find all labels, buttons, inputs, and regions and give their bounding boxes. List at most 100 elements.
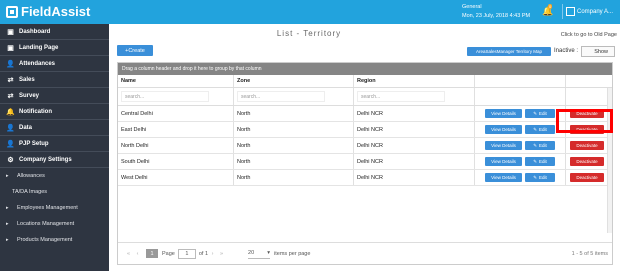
top-bar: FieldAssist General Mon, 23 July, 2018 4… <box>0 0 620 24</box>
caret-right-icon: ▸ <box>6 205 9 211</box>
prev-page-icon[interactable]: ‹ <box>133 251 142 257</box>
sidebar-item-company-settings[interactable]: ⚙ Company Settings <box>0 152 109 168</box>
user-icon: 👤 <box>6 60 15 68</box>
cell-actions: View Details ✎ Edit <box>475 106 566 121</box>
sidebar-item-label: Attendances <box>19 60 56 67</box>
company-name: Company A... <box>577 8 614 15</box>
view-details-button[interactable]: View Details <box>485 173 522 182</box>
edit-button[interactable]: ✎ Edit <box>525 157 555 166</box>
caret-right-icon: ▸ <box>6 221 9 227</box>
edit-label: Edit <box>539 111 547 116</box>
sidebar-subitem-products-management[interactable]: ▸ Products Management <box>0 232 109 248</box>
cell-region: Delhi NCR <box>354 106 475 121</box>
cell-name: Central Delhi <box>118 106 234 121</box>
cell-deactivate: Deactivate <box>566 170 612 185</box>
sidebar-item-pjp-setup[interactable]: 👤 PJP Setup <box>0 136 109 152</box>
pencil-icon: ✎ <box>533 110 537 116</box>
view-details-button[interactable]: View Details <box>485 109 522 118</box>
deactivate-button[interactable]: Deactivate <box>570 141 604 150</box>
old-page-link[interactable]: Click to go to Old Page <box>561 32 617 38</box>
deactivate-highlight-box <box>556 109 613 133</box>
notification-icon: 🔔 <box>6 108 15 116</box>
edit-button[interactable]: ✎ Edit <box>525 141 555 150</box>
edit-button[interactable]: ✎ Edit <box>525 173 555 182</box>
column-header-zone[interactable]: Zone <box>234 75 354 87</box>
sidebar-subitem-label: Products Management <box>17 237 73 243</box>
edit-button[interactable]: ✎ Edit <box>525 109 555 118</box>
sidebar-subitem-employees-management[interactable]: ▸ Employees Management <box>0 200 109 216</box>
show-inactive-toggle[interactable]: Show <box>581 46 615 57</box>
last-page-icon[interactable]: » <box>217 251 226 257</box>
page-number-input[interactable]: 1 <box>177 248 196 259</box>
pencil-icon: ✎ <box>533 126 537 132</box>
region-search-input[interactable]: search... <box>357 91 445 102</box>
brand-logo[interactable]: FieldAssist <box>6 4 90 19</box>
sidebar-subitem-label: Locations Management <box>17 221 75 227</box>
chevron-down-icon: ▾ <box>267 250 271 256</box>
inactive-label: Inactive : <box>554 48 579 54</box>
table-row: North Delhi North Delhi NCR View Details ✎ Ed… <box>118 138 612 154</box>
cell-region: Delhi NCR <box>354 154 475 169</box>
sidebar-item-data[interactable]: 👤 Data <box>0 120 109 136</box>
cell-deactivate: Deactivate <box>566 138 612 153</box>
sidebar-item-label: Sales <box>19 76 35 83</box>
create-button[interactable]: +Create <box>117 45 153 56</box>
cell-zone: North <box>234 154 354 169</box>
caret-right-icon: ▸ <box>6 237 9 243</box>
pjp-icon: 👤 <box>6 140 15 148</box>
zone-search-input[interactable]: search... <box>237 91 325 102</box>
sidebar-item-landing-page[interactable]: ▣ Landing Page <box>0 40 109 56</box>
territory-map-button[interactable]: AreaSalesManager Territory Map <box>467 47 551 56</box>
sidebar-item-label: Landing Page <box>19 44 59 51</box>
page-title: List - Territory <box>276 29 342 38</box>
sidebar-subitem-ta-da-images[interactable]: TA/DA Images <box>0 184 109 200</box>
sidebar-item-label: Dashboard <box>19 28 51 35</box>
cell-actions: View Details ✎ Edit <box>475 138 566 153</box>
cell-zone: North <box>234 122 354 137</box>
first-page-icon[interactable]: « <box>124 251 133 257</box>
cell-actions: View Details ✎ Edit <box>475 122 566 137</box>
deactivate-button[interactable]: Deactivate <box>570 157 604 166</box>
column-header-region[interactable]: Region <box>354 75 475 87</box>
sidebar-subitem-locations-management[interactable]: ▸ Locations Management <box>0 216 109 232</box>
pagination-summary: 1 - 5 of 5 items <box>571 250 608 257</box>
pencil-icon: ✎ <box>533 174 537 180</box>
current-datetime: Mon, 23 July, 2018 4:43 PM <box>462 13 531 19</box>
caret-right-icon: ▸ <box>6 173 9 179</box>
filter-cell-zone: search... <box>234 88 354 105</box>
view-details-button[interactable]: View Details <box>485 125 522 134</box>
group-drop-area[interactable]: Drag a column header and drop it here to… <box>118 63 612 75</box>
view-details-button[interactable]: View Details <box>485 157 522 166</box>
sidebar-subitem-label: Allowances <box>17 173 45 179</box>
deactivate-button[interactable]: Deactivate <box>570 173 604 182</box>
sidebar-subitem-allowances[interactable]: ▸ Allowances <box>0 168 109 184</box>
table-row: West Delhi North Delhi NCR View Details ✎ Edi… <box>118 170 612 186</box>
sidebar-item-notification[interactable]: 🔔 Notification <box>0 104 109 120</box>
cell-name: West Delhi <box>118 170 234 185</box>
sidebar-item-dashboard[interactable]: ▣ Dashboard <box>0 24 109 40</box>
sidebar-subitem-label: TA/DA Images <box>12 189 48 195</box>
current-page-button[interactable]: 1 <box>146 249 158 258</box>
landing-icon: ▣ <box>7 44 14 52</box>
sidebar-item-attendances[interactable]: 👤 Attendances <box>0 56 109 72</box>
cell-zone: North <box>234 138 354 153</box>
company-menu[interactable]: Company A... <box>562 4 620 19</box>
edit-label: Edit <box>539 159 547 164</box>
column-header-actions <box>475 75 566 87</box>
data-icon: 👤 <box>6 124 15 132</box>
sidebar-subitem-label: Employees Management <box>17 205 78 211</box>
filter-row: search... search... search... <box>118 88 612 106</box>
edit-label: Edit <box>539 175 547 180</box>
sidebar-item-sales[interactable]: ⇄ Sales <box>0 72 109 88</box>
page-of-label: of 1 <box>198 250 209 257</box>
column-header-name[interactable]: Name <box>118 75 234 87</box>
page-size-label: items per page <box>274 250 311 257</box>
edit-button[interactable]: ✎ Edit <box>525 125 555 134</box>
name-search-input[interactable]: search... <box>121 91 209 102</box>
sidebar-item-survey[interactable]: ⇄ Survey <box>0 88 109 104</box>
view-details-button[interactable]: View Details <box>485 141 522 150</box>
page-size-select[interactable]: 20 ▾ <box>248 249 271 259</box>
table-row: Central Delhi North Delhi NCR View Details ✎… <box>118 106 612 122</box>
dashboard-icon: ▣ <box>7 28 14 36</box>
next-page-icon[interactable]: › <box>208 251 217 257</box>
